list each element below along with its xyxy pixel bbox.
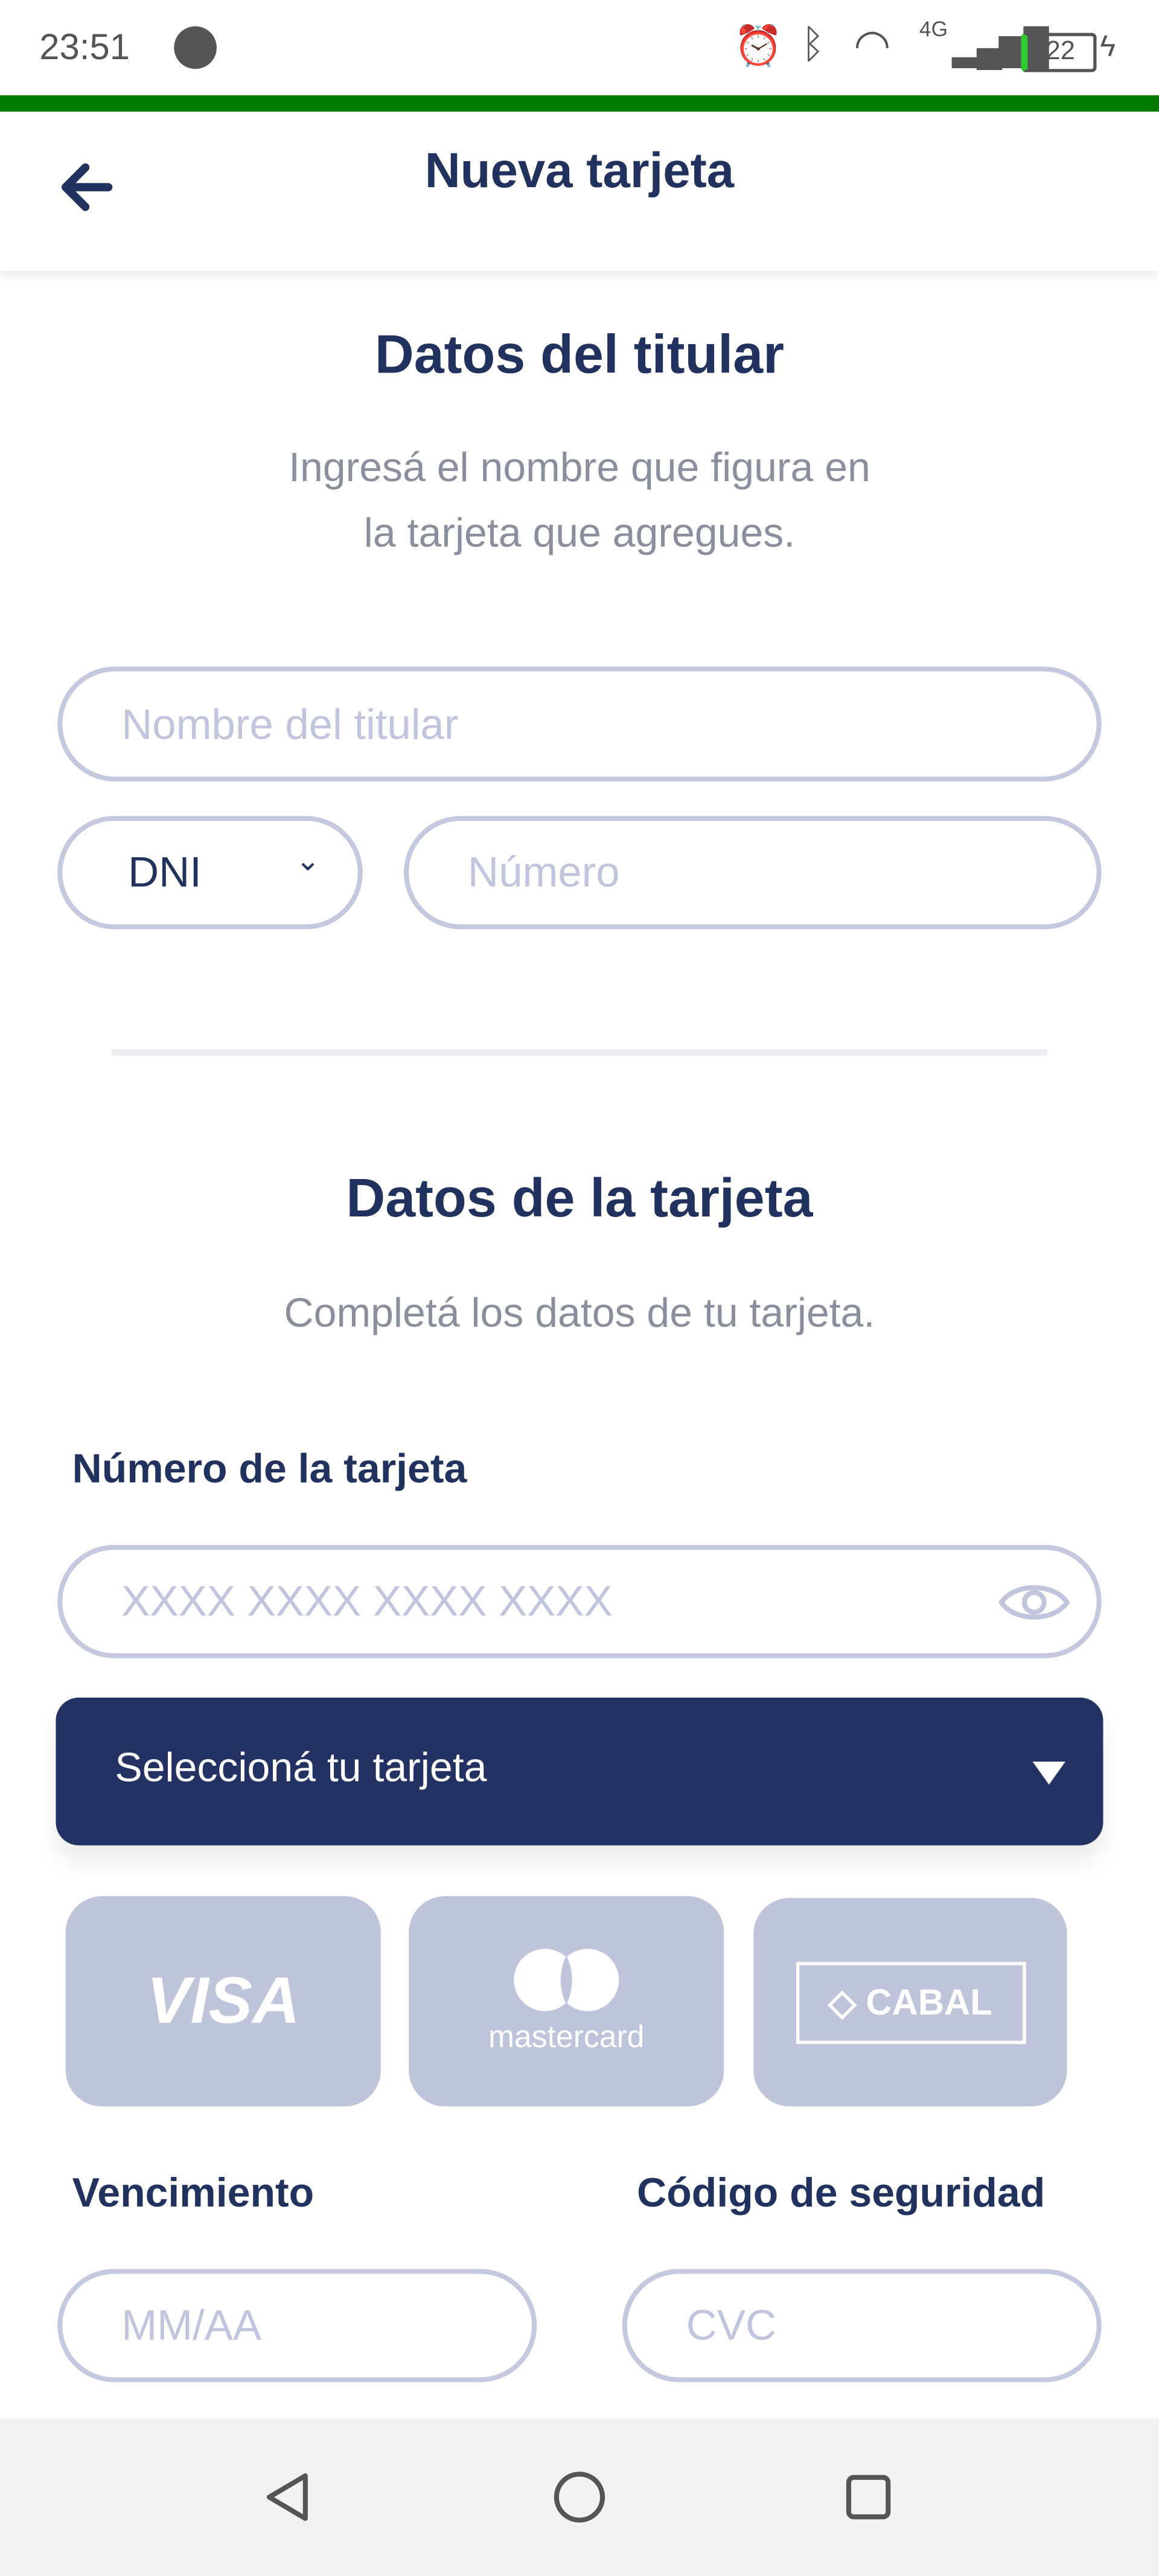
nav-recents-icon[interactable] <box>844 2473 893 2522</box>
charging-icon: ϟ <box>1100 29 1116 63</box>
mastercard-logo-text: mastercard <box>488 2021 645 2056</box>
card-section-title: Datos de la tarjeta <box>346 1167 813 1229</box>
battery-icon: 22 <box>1021 33 1097 72</box>
bluetooth-icon: ᛒ <box>801 23 825 68</box>
card-type-select[interactable]: Seleccioná tu tarjeta <box>56 1697 1103 1846</box>
cabal-diamond-icon: ◇ <box>828 1981 857 2022</box>
eye-icon[interactable] <box>998 1579 1070 1625</box>
expiry-input[interactable]: MM/AA <box>57 2269 537 2382</box>
doc-number-input[interactable]: Número <box>403 816 1102 930</box>
mastercard-circles-icon <box>514 1949 619 2012</box>
chevron-down-icon: ⌄ <box>295 843 321 877</box>
brand-mastercard[interactable]: mastercard <box>409 1896 724 2107</box>
cvc-label: Código de seguridad <box>637 2170 1046 2217</box>
section-divider <box>111 1049 1048 1056</box>
app-notification-icon <box>174 26 217 69</box>
holder-name-input[interactable]: Nombre del titular <box>57 666 1102 782</box>
doc-type-select[interactable]: DNI ⌄ <box>57 816 363 930</box>
cabal-logo-text: CABAL <box>866 1981 992 2022</box>
nav-back-icon[interactable] <box>263 2471 312 2523</box>
card-number-input[interactable]: XXXX XXXX XXXX XXXX <box>57 1545 1102 1658</box>
accent-bar <box>0 95 1159 112</box>
wifi-icon: ◠ <box>854 19 891 69</box>
holder-subtitle-1: Ingresá el nombre que figura en <box>289 444 870 491</box>
card-number-placeholder: XXXX XXXX XXXX XXXX <box>121 1576 613 1626</box>
expiry-label: Vencimiento <box>72 2170 314 2217</box>
nav-home-icon[interactable] <box>552 2469 607 2525</box>
card-number-label: Número de la tarjeta <box>72 1446 467 1493</box>
status-time: 23:51 <box>39 26 130 68</box>
brand-cabal[interactable]: ◇ CABAL <box>753 1897 1067 2107</box>
network-type: 4G <box>919 16 948 41</box>
doc-type-value: DNI <box>128 847 202 896</box>
cvc-input[interactable]: CVC <box>622 2269 1102 2382</box>
app-header: Nueva tarjeta <box>0 111 1159 271</box>
holder-subtitle-2: la tarjeta que agregues. <box>363 510 796 557</box>
page-title: Nueva tarjeta <box>424 144 735 199</box>
card-type-select-label: Seleccioná tu tarjeta <box>115 1745 487 1791</box>
card-subtitle: Completá los datos de tu tarjeta. <box>284 1290 875 1337</box>
holder-section-title: Datos del titular <box>374 323 785 385</box>
brand-visa[interactable]: VISA <box>65 1896 381 2107</box>
visa-logo: VISA <box>146 1964 300 2037</box>
status-bar: 23:51 ⏰ ᛒ ◠ 4G ▂▄▆█ 22 ϟ <box>0 0 1159 95</box>
system-nav-bar <box>0 2418 1159 2576</box>
alarm-icon: ⏰ <box>733 24 783 69</box>
caret-down-icon <box>1032 1762 1065 1785</box>
cabal-logo: ◇ CABAL <box>795 1961 1026 2044</box>
